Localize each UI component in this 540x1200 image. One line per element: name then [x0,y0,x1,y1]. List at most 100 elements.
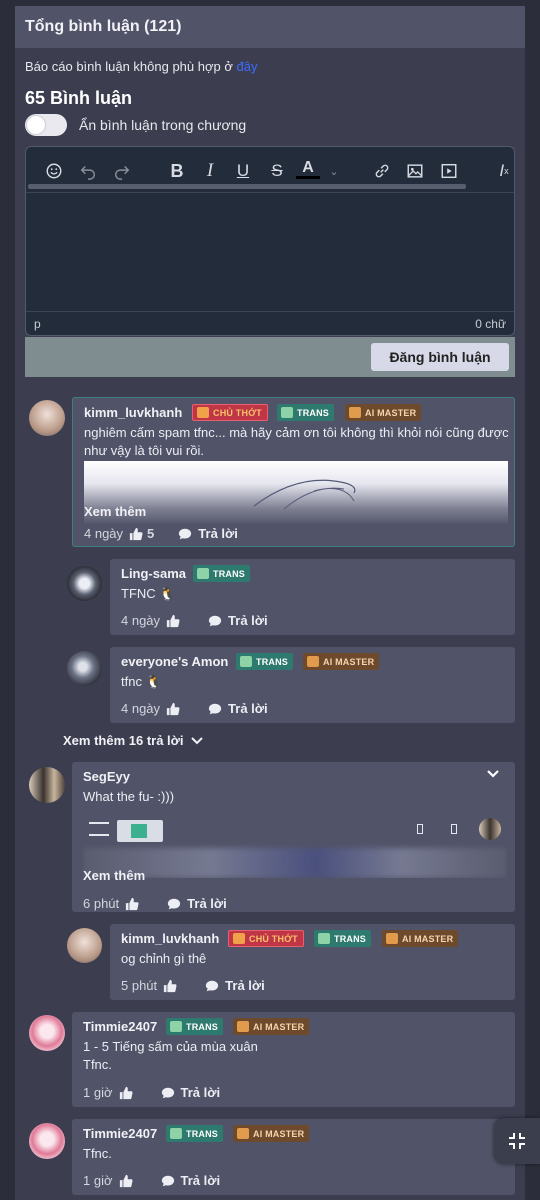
underline-icon[interactable]: U [231,159,255,183]
collapse-button[interactable] [494,1118,540,1164]
link-icon[interactable] [370,159,394,183]
comment-editor: B I U S A ⌄ Ix p 0 chữ [25,146,515,336]
thumbs-up-icon [126,897,139,910]
comment-time: 5 phút [121,978,158,993]
avatar[interactable] [29,1123,65,1159]
word-count: 0 chữ [475,316,506,331]
comment-text: 1 - 5 Tiếng sấm của mùa xuân Tfnc. [83,1039,258,1072]
comment-card: Timmie2407 TRANS AI MASTER 1 - 5 Tiếng s… [72,1012,515,1107]
reply-button[interactable]: Trả lời [205,978,265,993]
badge-label: TRANS [297,407,329,418]
comment-text: og chỉnh gì thê [121,951,207,966]
comment-meta: 1 giờ Trả lời [83,1173,220,1188]
see-more-replies[interactable]: Xem thêm 16 trả lời [63,733,204,748]
translate-icon [281,407,293,418]
image-preview[interactable] [84,461,508,525]
report-label: Báo cáo bình luận không phù hợp ở [25,59,237,74]
logo-mark [131,824,147,838]
hide-comments-toggle[interactable] [25,114,67,136]
comments-panel: Tổng bình luận (121) Báo cáo bình luận k… [15,6,525,1200]
reply-button[interactable]: Trả lời [208,613,268,628]
badge-label: TRANS [186,1021,218,1032]
like-button[interactable] [166,702,184,716]
badge-label: TRANS [186,1128,218,1139]
avatar-thumb [479,818,501,840]
italic-icon[interactable]: I [198,159,222,183]
comment-meta: 4 ngày Trả lời [121,613,268,628]
reply-label: Trả lời [187,896,227,911]
strikethrough-icon[interactable]: S [265,159,289,183]
blurred-content [83,848,507,878]
chat-icon [161,1175,174,1186]
avatar[interactable] [29,400,65,436]
phone-icon [417,824,423,834]
reply-card: kimm_luvkhanh CHỦ THỚT TRANS AI MASTER o… [110,924,515,1000]
badge-trans: TRANS [166,1018,223,1035]
report-text: Báo cáo bình luận không phù hợp ở đây [25,59,257,74]
chevron-down-icon [190,736,203,744]
comment-username[interactable]: SegEyy [83,769,130,784]
comment-username[interactable]: Timmie2407 [83,1019,157,1034]
comment-username[interactable]: everyone's Amon [121,654,228,669]
video-icon[interactable] [437,159,461,183]
comment-time: 4 ngày [121,613,161,628]
like-button[interactable] [125,897,143,911]
badge-label: AI MASTER [253,1128,305,1139]
comment-text: Tfnc. [83,1146,112,1161]
comment-time: 6 phút [83,896,120,911]
chevron-down-icon[interactable] [486,766,500,782]
clear-format-icon[interactable]: Ix [492,159,514,183]
chevron-down-icon[interactable]: ⌄ [322,159,346,183]
chat-icon [161,1087,174,1098]
chat-icon [208,703,222,714]
ai-icon [349,407,361,418]
avatar[interactable] [29,767,65,803]
post-comment-button[interactable]: Đăng bình luận [371,343,509,371]
comment-time: 1 giờ [83,1085,113,1100]
reply-button[interactable]: Trả lời [161,1085,221,1100]
avatar[interactable] [67,928,102,963]
see-more-link[interactable]: Xem thêm [84,504,146,519]
undo-icon[interactable] [76,159,100,183]
reply-button[interactable]: Trả lời [208,701,268,716]
phone-icon [451,824,457,834]
image-preview[interactable] [83,814,507,878]
redo-icon[interactable] [110,159,134,183]
bold-icon[interactable]: B [165,159,189,183]
avatar[interactable] [29,1015,65,1051]
image-icon[interactable] [403,159,427,183]
comment-text: What the fu- :))) [83,789,175,804]
reply-button[interactable]: Trả lời [167,896,227,911]
toolbar-scrollbar[interactable] [28,184,466,189]
comment-username[interactable]: kimm_luvkhanh [121,931,219,946]
emoji-icon[interactable] [42,159,66,183]
avatar[interactable] [67,566,102,601]
badge-label: AI MASTER [402,933,454,944]
text-color-icon[interactable]: A [296,159,320,179]
like-button[interactable]: 5 [129,526,154,541]
comment-meta: 4 ngày 5 Trả lời [84,526,238,541]
see-more-link[interactable]: Xem thêm [83,868,145,883]
reply-button[interactable]: Trả lời [178,526,238,541]
reply-label: Trả lời [228,613,268,628]
menu-icon [89,822,109,836]
comment-username[interactable]: Ling-sama [121,566,186,581]
comment-textarea[interactable] [26,193,514,313]
thumbs-up-icon [129,527,143,540]
thumbs-up-icon [166,614,180,627]
reply-label: Trả lời [180,1085,221,1100]
like-button[interactable] [163,979,181,993]
like-count: 5 [147,526,155,541]
avatar[interactable] [67,651,102,686]
badge-trans: TRANS [236,653,293,670]
report-link[interactable]: đây [237,59,258,74]
like-button[interactable] [166,614,184,628]
chat-icon [208,615,222,626]
ai-icon [307,656,319,667]
reply-button[interactable]: Trả lời [161,1173,220,1188]
like-button[interactable] [119,1174,137,1188]
translate-icon [318,933,330,944]
comment-username[interactable]: kimm_luvkhanh [84,405,182,420]
comment-username[interactable]: Timmie2407 [83,1126,157,1141]
like-button[interactable] [119,1086,137,1100]
